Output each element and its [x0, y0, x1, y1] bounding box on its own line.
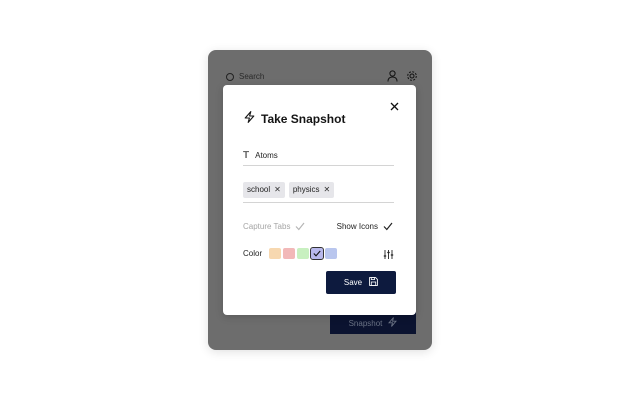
gear-icon[interactable]	[406, 70, 418, 82]
tag-chip: physics ✕	[288, 181, 335, 198]
remove-tag-icon[interactable]: ✕	[274, 185, 281, 194]
options-row: Capture Tabs Show Icons	[243, 219, 393, 233]
show-icons-option[interactable]: Show Icons	[337, 221, 393, 231]
capture-tabs-option[interactable]: Capture Tabs	[243, 221, 305, 231]
snapshot-button[interactable]: Snapshot	[330, 312, 416, 334]
take-snapshot-dialog: Take Snapshot T Atoms school ✕ physics ✕…	[223, 85, 416, 315]
show-icons-label: Show Icons	[336, 221, 378, 231]
tags-field[interactable]: school ✕ physics ✕	[243, 177, 394, 203]
search-icon	[226, 72, 234, 81]
snapshot-button-label: Snapshot	[348, 318, 383, 328]
tag-label: school	[247, 185, 271, 194]
color-swatch-blue[interactable]	[325, 247, 337, 259]
snapshot-name-field[interactable]: T Atoms	[243, 145, 394, 166]
close-button[interactable]	[388, 100, 400, 112]
search-bar[interactable]: Search	[226, 72, 264, 81]
snapshot-name-value[interactable]: Atoms	[255, 151, 278, 160]
color-swatch-purple[interactable]	[310, 246, 324, 260]
tag-label: physics	[292, 185, 320, 194]
color-label: Color	[243, 248, 263, 258]
save-button-label: Save	[343, 278, 363, 287]
popup-toolbar	[387, 70, 418, 82]
color-swatches	[269, 246, 337, 260]
color-row: Color	[243, 246, 394, 260]
save-button[interactable]: Save	[326, 271, 396, 294]
capture-tabs-label: Capture Tabs	[243, 221, 291, 231]
close-icon	[390, 102, 398, 110]
sliders-icon[interactable]	[383, 247, 394, 265]
dialog-header: Take Snapshot	[244, 110, 345, 128]
lightning-icon	[388, 317, 398, 329]
text-icon: T	[243, 149, 250, 161]
user-icon[interactable]	[387, 70, 398, 82]
color-swatch-peach[interactable]	[269, 247, 281, 259]
floppy-disk-icon	[369, 277, 378, 288]
tag-chip: school ✕	[243, 181, 285, 198]
color-swatch-pink[interactable]	[283, 247, 295, 259]
color-swatch-green[interactable]	[297, 247, 309, 259]
remove-tag-icon[interactable]: ✕	[324, 185, 331, 194]
search-placeholder: Search	[239, 72, 265, 81]
show-icons-checkbox[interactable]	[383, 221, 393, 231]
dialog-title: Take Snapshot	[261, 112, 346, 126]
lightning-icon	[244, 110, 255, 128]
capture-tabs-checkbox[interactable]	[295, 221, 305, 231]
